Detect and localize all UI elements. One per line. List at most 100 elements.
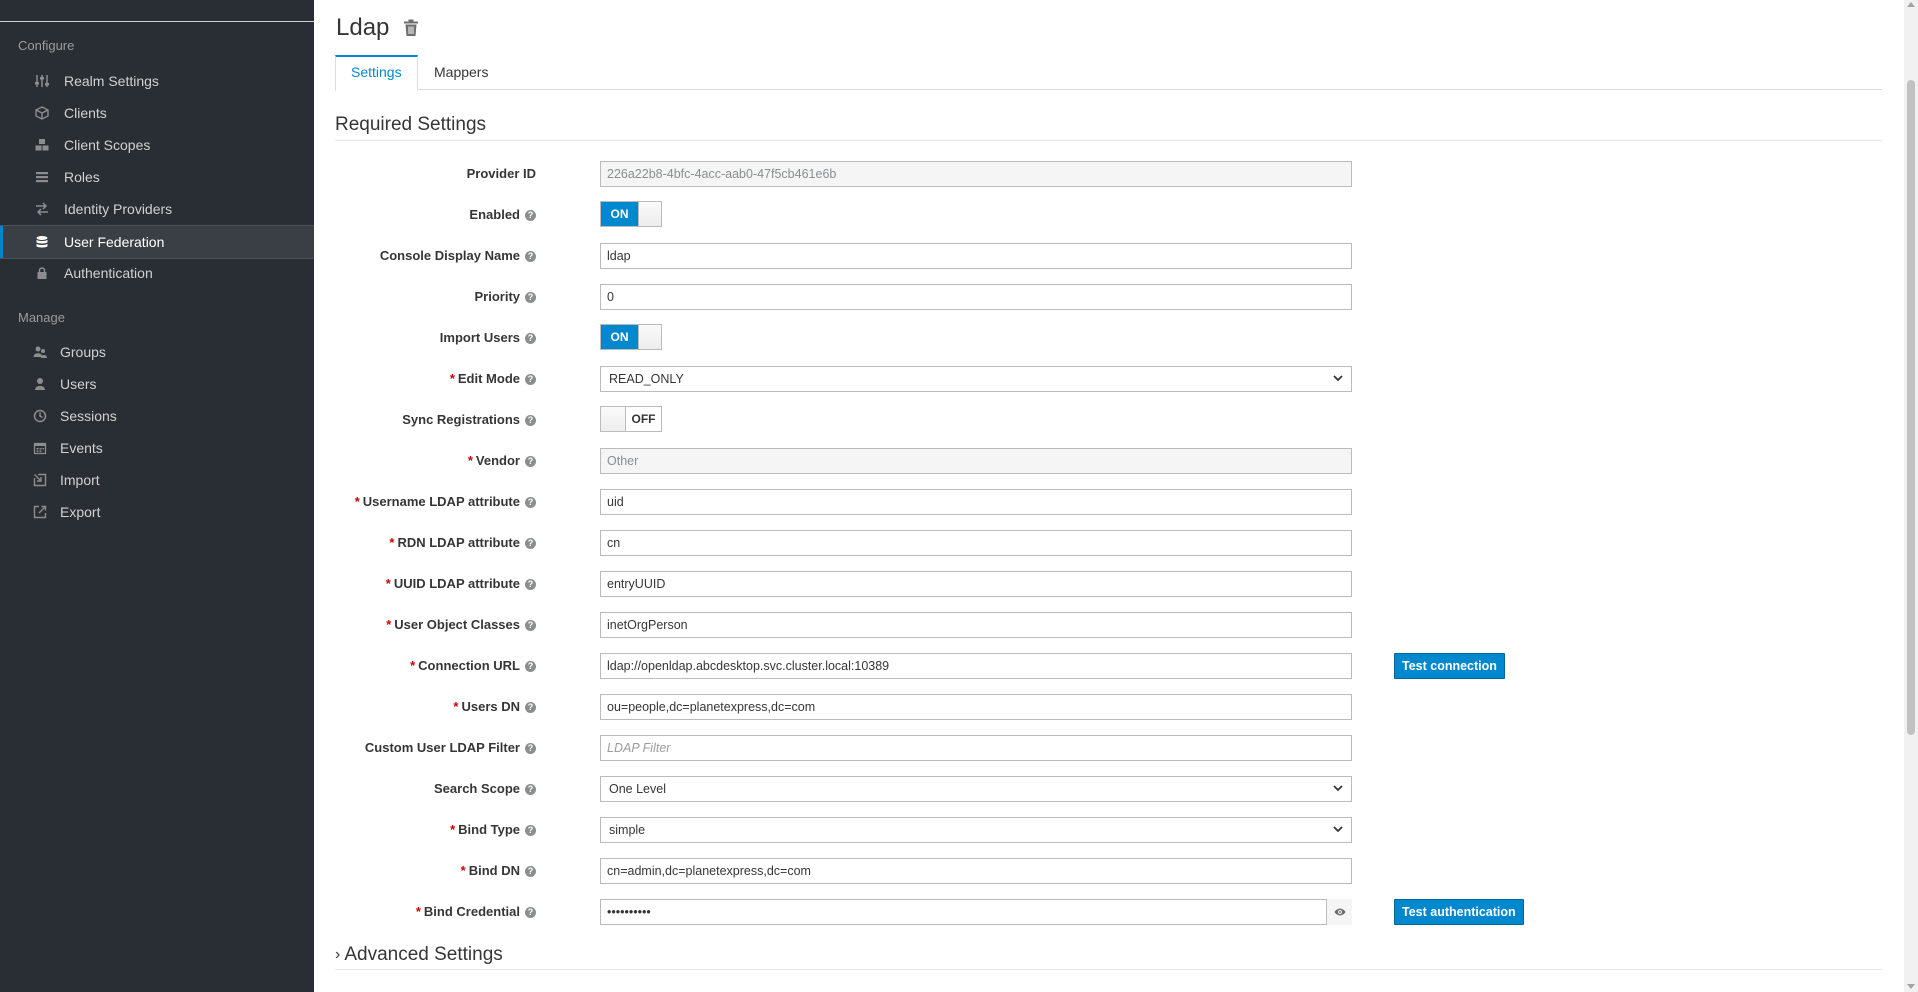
- help-icon[interactable]: ?: [525, 333, 536, 344]
- advanced-settings-toggle[interactable]: › Advanced Settings: [335, 944, 503, 966]
- row-bind-credential: * Bind Credential? Test authentication: [335, 898, 1882, 926]
- row-bind-type: * Bind Type? simple: [335, 816, 1882, 844]
- rdn-ldap-attribute-input[interactable]: [600, 530, 1352, 556]
- sidebar-item-roles[interactable]: Roles: [0, 161, 314, 193]
- required-asterisk: *: [449, 371, 455, 386]
- sidebar-item-label: Authentication: [64, 265, 153, 281]
- uuid-ldap-attribute-label: * UUID LDAP attribute?: [386, 570, 536, 598]
- required-asterisk: *: [385, 576, 391, 591]
- help-icon[interactable]: ?: [525, 579, 536, 590]
- row-custom-user-ldap-filter: Custom User LDAP Filter?: [335, 734, 1882, 762]
- console-display-name-label: Console Display Name?: [380, 242, 536, 270]
- sidebar-item-clients[interactable]: Clients: [0, 97, 314, 129]
- help-icon[interactable]: ?: [525, 907, 536, 918]
- edit-mode-select[interactable]: READ_ONLY: [600, 366, 1352, 392]
- label-text: Bind DN: [468, 863, 520, 878]
- user-object-classes-label: * User Object Classes?: [386, 611, 536, 639]
- help-icon[interactable]: ?: [525, 538, 536, 549]
- search-scope-select[interactable]: One Level: [600, 776, 1352, 802]
- required-asterisk: *: [354, 494, 360, 509]
- provider-id-input[interactable]: [600, 161, 1352, 187]
- test-connection-button[interactable]: Test connection: [1394, 653, 1505, 679]
- required-asterisk: *: [386, 617, 392, 632]
- import-users-toggle[interactable]: ON: [600, 324, 662, 350]
- manage-section-title: Manage: [18, 310, 65, 325]
- sidebar-item-label: Client Scopes: [64, 137, 151, 153]
- sidebar-item-authentication[interactable]: Authentication: [0, 257, 314, 289]
- row-connection-url: *Connection URL? Test connection: [335, 652, 1882, 680]
- scroll-down-arrow[interactable]: [1907, 984, 1915, 989]
- help-icon[interactable]: ?: [525, 661, 536, 672]
- bind-type-select[interactable]: simple: [600, 817, 1352, 843]
- row-provider-id: Provider ID: [335, 160, 1882, 188]
- required-settings-heading: Required Settings: [335, 114, 487, 135]
- help-icon[interactable]: ?: [525, 210, 536, 221]
- users-dn-label: * Users DN?: [453, 693, 536, 721]
- help-icon[interactable]: ?: [525, 251, 536, 262]
- help-icon[interactable]: ?: [525, 292, 536, 303]
- sidebar-item-groups[interactable]: Groups: [0, 336, 314, 368]
- trash-icon[interactable]: [403, 19, 419, 37]
- help-icon[interactable]: ?: [525, 620, 536, 631]
- user-object-classes-input[interactable]: [600, 612, 1352, 638]
- bind-dn-input[interactable]: [600, 858, 1352, 884]
- help-icon[interactable]: ?: [525, 743, 536, 754]
- bind-credential-input[interactable]: [600, 899, 1352, 925]
- help-icon[interactable]: ?: [525, 784, 536, 795]
- help-icon[interactable]: ?: [525, 497, 536, 508]
- page-title-text: Ldap: [336, 14, 390, 41]
- label-text: RDN LDAP attribute: [397, 535, 520, 550]
- uuid-ldap-attribute-input[interactable]: [600, 571, 1352, 597]
- users-dn-input[interactable]: [600, 694, 1352, 720]
- tab-mappers[interactable]: Mappers: [419, 55, 503, 89]
- custom-user-ldap-filter-input[interactable]: [600, 735, 1352, 761]
- sidebar-item-import[interactable]: Import: [0, 464, 314, 496]
- connection-url-input[interactable]: [600, 653, 1352, 679]
- advanced-settings-heading: Advanced Settings: [344, 944, 503, 965]
- label-text: UUID LDAP attribute: [393, 576, 520, 591]
- vendor-input[interactable]: [600, 448, 1352, 474]
- scroll-thumb[interactable]: [1907, 80, 1915, 735]
- sidebar-item-users[interactable]: Users: [0, 368, 314, 400]
- required-asterisk: *: [450, 822, 456, 837]
- row-priority: Priority?: [335, 283, 1882, 311]
- label-text: Provider ID: [466, 166, 536, 181]
- sidebar-item-client-scopes[interactable]: Client Scopes: [0, 129, 314, 161]
- sidebar-item-identity-providers[interactable]: Identity Providers: [0, 193, 314, 225]
- lock-icon: [34, 265, 50, 281]
- users-icon: [32, 344, 48, 360]
- toggle-knob: [638, 202, 661, 226]
- search-scope-label: Search Scope?: [434, 775, 536, 803]
- help-icon[interactable]: ?: [525, 866, 536, 877]
- priority-input[interactable]: [600, 284, 1352, 310]
- sidebar-item-export[interactable]: Export: [0, 496, 314, 528]
- scroll-up-arrow[interactable]: [1907, 2, 1915, 7]
- console-display-name-input[interactable]: [600, 243, 1352, 269]
- required-asterisk: *: [410, 658, 416, 673]
- sidebar-item-realm-settings[interactable]: Realm Settings: [0, 65, 314, 97]
- row-edit-mode: * Edit Mode? READ_ONLY: [335, 365, 1882, 393]
- sidebar-item-label: Clients: [64, 105, 107, 121]
- help-icon[interactable]: ?: [525, 415, 536, 426]
- sync-registrations-toggle[interactable]: OFF: [600, 406, 662, 432]
- sidebar-item-user-federation[interactable]: User Federation: [0, 225, 314, 259]
- enabled-toggle[interactable]: ON: [600, 201, 662, 227]
- help-icon[interactable]: ?: [525, 825, 536, 836]
- sidebar-item-label: Sessions: [60, 408, 117, 424]
- sidebar-item-label: Users: [60, 376, 97, 392]
- bind-credential-label: * Bind Credential?: [416, 898, 536, 926]
- help-icon[interactable]: ?: [525, 374, 536, 385]
- tab-settings[interactable]: Settings: [335, 55, 418, 91]
- help-icon[interactable]: ?: [525, 702, 536, 713]
- vendor-label: * Vendor?: [468, 447, 536, 475]
- help-icon[interactable]: ?: [525, 456, 536, 467]
- eye-icon[interactable]: [1326, 899, 1352, 925]
- sidebar-item-events[interactable]: Events: [0, 432, 314, 464]
- scrollbar[interactable]: [1904, 0, 1918, 992]
- chevron-down-icon: [1333, 823, 1343, 837]
- sidebar-item-sessions[interactable]: Sessions: [0, 400, 314, 432]
- custom-user-ldap-filter-label: Custom User LDAP Filter?: [365, 734, 536, 762]
- username-ldap-attribute-input[interactable]: [600, 489, 1352, 515]
- test-authentication-button[interactable]: Test authentication: [1394, 899, 1524, 925]
- sidebar-item-label: Export: [60, 504, 101, 520]
